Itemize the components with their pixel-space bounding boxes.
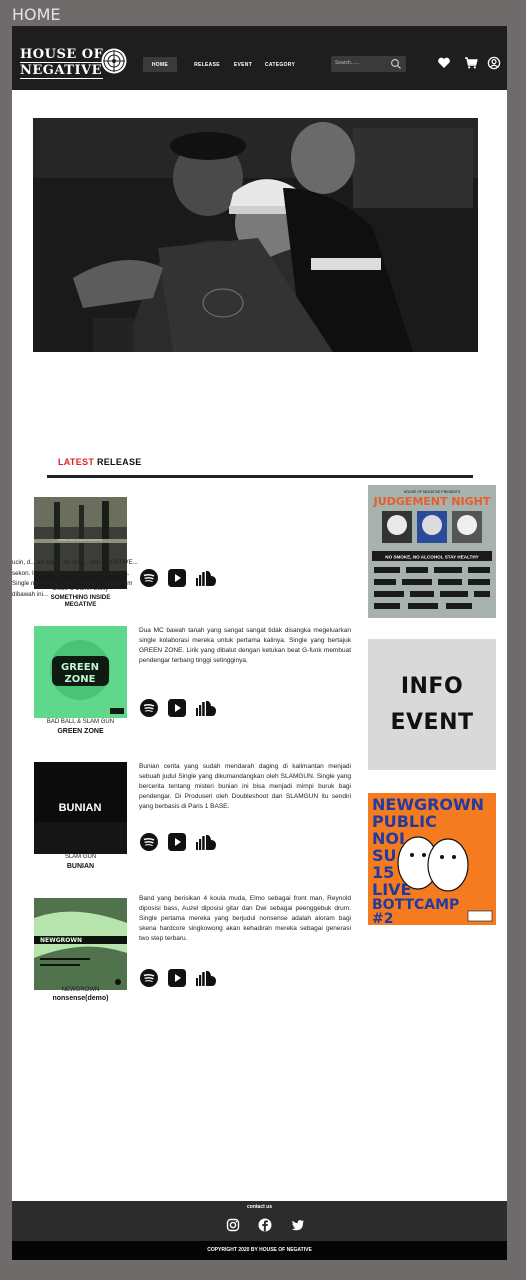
soundcloud-icon[interactable] bbox=[195, 968, 219, 988]
logo-text: HOUSE OF NEGATIVE bbox=[20, 47, 104, 79]
facebook-icon[interactable] bbox=[258, 1218, 272, 1232]
cover-art: NEWGROWN bbox=[34, 898, 127, 990]
poster-art: HOUSE OF NEGATIVE PRESENTS JUDGEMENT NIG… bbox=[368, 485, 496, 618]
heading-divider bbox=[47, 475, 473, 478]
poster-line: #2 bbox=[372, 911, 393, 925]
release-title[interactable]: nonsense(demo) bbox=[34, 995, 127, 1002]
poster-sub: HOUSE OF NEGATIVE PRESENTS bbox=[404, 490, 461, 494]
release-artist: BAD BALL & SLAM GUN bbox=[46, 719, 115, 725]
info-label: INFO bbox=[400, 673, 464, 699]
page: HOUSE OF NEGATIVE HOME RELEASE EVENT CAT… bbox=[12, 26, 507, 1260]
cart-icon[interactable] bbox=[464, 56, 478, 70]
heart-icon[interactable] bbox=[437, 56, 451, 70]
spotify-icon[interactable] bbox=[139, 968, 159, 988]
release-cover-nonsense[interactable]: NEWGROWN bbox=[34, 898, 127, 990]
release-artist: NEWGROWN bbox=[61, 987, 100, 993]
user-icon[interactable] bbox=[487, 56, 501, 70]
latest-label: LATEST bbox=[58, 457, 95, 467]
latest-release-heading: LATEST RELEASE bbox=[58, 457, 142, 467]
cover-text: NEWGROWN bbox=[40, 937, 82, 944]
svg-text:ZONE: ZONE bbox=[65, 674, 96, 685]
release-label: RELEASE bbox=[96, 457, 142, 467]
poster-title: JUDGEMENT NIGHT bbox=[373, 495, 491, 508]
frame-label: HOME bbox=[12, 5, 61, 24]
release-title[interactable]: BUNIAN bbox=[34, 863, 127, 870]
event-poster-judgement-night[interactable]: HOUSE OF NEGATIVE PRESENTS JUDGEMENT NIG… bbox=[368, 485, 496, 618]
release-description: ucin, d... an Saint. an sing... ceri NEG… bbox=[12, 559, 138, 598]
spotify-icon[interactable] bbox=[139, 832, 159, 852]
cover-art: BUNIAN bbox=[34, 762, 127, 854]
logo-seal-icon bbox=[101, 48, 127, 74]
soundcloud-icon[interactable] bbox=[195, 698, 219, 718]
search-placeholder: Search...... bbox=[335, 60, 360, 66]
release-description: Dua MC bawah tanah yang sangat sangat ti… bbox=[139, 627, 351, 664]
release-description: Bunian cerita yang sudah mendarah daging… bbox=[139, 763, 351, 810]
site-logo[interactable]: HOUSE OF NEGATIVE bbox=[20, 47, 128, 81]
top-navbar: HOUSE OF NEGATIVE HOME RELEASE EVENT CAT… bbox=[12, 26, 507, 90]
cover-text: SOMETHING INSIDE NEGATIVE bbox=[58, 538, 103, 542]
search-icon[interactable] bbox=[390, 58, 402, 70]
cover-art: GREEN ZONE bbox=[34, 626, 127, 718]
release-description: Band yang berisikan 4 koula muda, Elmo s… bbox=[139, 895, 351, 942]
svg-text:GREEN: GREEN bbox=[61, 662, 99, 673]
nav-event[interactable]: EVENT bbox=[232, 57, 254, 72]
poster-foot: NO SMOKE, NO ALCOHOL STAY HEALTHY bbox=[385, 555, 479, 560]
hero-photo bbox=[33, 118, 478, 352]
release-cover-green-zone[interactable]: GREEN ZONE bbox=[34, 626, 127, 718]
nav-category[interactable]: CATEGORY bbox=[264, 57, 296, 72]
logo-line-1: HOUSE OF bbox=[20, 47, 104, 63]
spotify-icon[interactable] bbox=[139, 698, 159, 718]
release-cover-bunian[interactable]: BUNIAN bbox=[34, 762, 127, 854]
cover-text: BUNIAN bbox=[59, 802, 102, 814]
nav-release[interactable]: RELEASE bbox=[192, 57, 222, 72]
copyright-text: COPYRIGHT 2020 BY HOUSE OF NEGATIVE bbox=[12, 1241, 507, 1260]
release-title[interactable]: GREEN ZONE bbox=[34, 728, 127, 735]
event-label: EVENT bbox=[390, 709, 474, 735]
contact-link[interactable]: contact us bbox=[12, 1204, 507, 1210]
twitter-icon[interactable] bbox=[291, 1218, 305, 1232]
instagram-icon[interactable] bbox=[226, 1218, 240, 1232]
info-event-box[interactable]: INFO EVENT bbox=[368, 639, 496, 770]
poster-art: NEWGROWN PUBLIC NOI SU 15 22 LIVE BOTTCA… bbox=[368, 793, 496, 925]
nav-home[interactable]: HOME bbox=[143, 57, 177, 72]
search-input[interactable]: Search...... bbox=[331, 56, 406, 72]
spotify-icon[interactable] bbox=[139, 568, 159, 588]
release-artist: SLAM GUN bbox=[64, 854, 97, 860]
youtube-icon[interactable] bbox=[167, 568, 187, 588]
logo-line-2: NEGATIVE bbox=[20, 63, 104, 79]
youtube-icon[interactable] bbox=[167, 698, 187, 718]
youtube-icon[interactable] bbox=[167, 832, 187, 852]
event-poster-newgrown[interactable]: NEWGROWN PUBLIC NOI SU 15 22 LIVE BOTTCA… bbox=[368, 793, 496, 925]
youtube-icon[interactable] bbox=[167, 968, 187, 988]
soundcloud-icon[interactable] bbox=[195, 568, 219, 588]
soundcloud-icon[interactable] bbox=[195, 832, 219, 852]
hero-image bbox=[33, 118, 478, 352]
